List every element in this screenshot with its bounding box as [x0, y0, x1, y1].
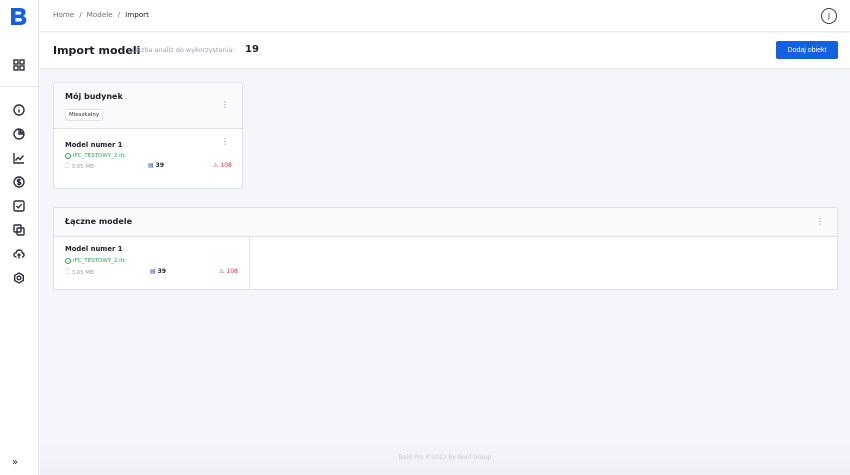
combined-menu-icon[interactable]: ⋮ [816, 218, 824, 226]
combined-model-item[interactable]: Model numer 1 ✓ IFC_TESTOWY_2.ifc 🗋 3.05… [54, 237, 250, 290]
copy-icon[interactable] [12, 223, 26, 237]
model-name: Model numer 1 [65, 245, 123, 253]
building-card-header: Mój budynek Mieszkalny ⋮ [54, 83, 242, 129]
footer-text: Bold Pro ©2022 by Bold Group [398, 454, 492, 461]
model-warnings-count: ⚠ 108 [219, 268, 238, 275]
settings-icon[interactable] [12, 271, 26, 285]
model-file: ✓ IFC_TESTOWY_2.ifc [65, 153, 126, 159]
breadcrumb: Home / Modele / Import [53, 10, 149, 19]
add-object-button[interactable]: Dodaj obiekt [776, 41, 838, 59]
sidebar: » [0, 0, 39, 475]
sidebar-divider [0, 86, 39, 87]
breadcrumb-models[interactable]: Modele [87, 10, 113, 19]
breadcrumb-separator: / [117, 10, 121, 19]
logo-icon[interactable] [10, 7, 27, 26]
model-name: Model numer 1 [65, 141, 123, 149]
breadcrumb-current: Import [125, 10, 149, 19]
checkbox-icon[interactable] [12, 199, 26, 213]
breadcrumb-separator: / [79, 10, 82, 19]
page-title: Import modeli [53, 44, 141, 57]
building-title: Mój budynek [65, 92, 123, 101]
model-warnings-value: 108 [220, 162, 232, 169]
top-bar: Home / Modele / Import J [40, 0, 850, 32]
expand-sidebar-icon[interactable]: » [12, 457, 18, 468]
footer: Bold Pro ©2022 by Bold Group [40, 440, 850, 475]
combined-models-header: Łączne modele ⋮ [54, 208, 837, 237]
model-menu-icon[interactable]: ⋮ [221, 138, 229, 146]
dashboard-icon[interactable] [12, 58, 26, 72]
user-avatar[interactable]: J [821, 8, 837, 24]
model-elements-value: 39 [157, 268, 167, 275]
building-card: Mój budynek Mieszkalny ⋮ Model numer 1 ⋮… [53, 82, 243, 189]
breadcrumb-home[interactable]: Home [53, 10, 74, 19]
usage-label: Liczba analiz do wykorzystania: [132, 46, 235, 54]
model-elements-value: 39 [155, 162, 165, 169]
model-size-value: 3.05 MB [71, 269, 94, 276]
model-elements-count: ▤ 39 [150, 268, 166, 275]
combined-models-card: Łączne modele ⋮ Model numer 1 ✓ IFC_TEST… [53, 207, 838, 290]
pie-chart-icon[interactable] [12, 127, 26, 141]
warning-icon: ⚠ [213, 162, 219, 169]
model-file-name: IFC_TESTOWY_2.ifc [73, 258, 126, 264]
model-size: 🗋 3.05 MB [65, 268, 94, 277]
model-item[interactable]: Model numer 1 ⋮ ✓ IFC_TESTOWY_2.ifc 🗋 3.… [54, 129, 242, 189]
combined-models-title: Łączne modele [65, 217, 132, 226]
building-menu-icon[interactable]: ⋮ [221, 101, 229, 109]
cloud-upload-icon[interactable] [12, 247, 26, 261]
model-elements-count: ▤ 39 [148, 162, 164, 169]
model-size-value: 3.05 MB [71, 163, 94, 170]
usage-count: 19 [245, 44, 259, 55]
model-size: 🗋 3.05 MB [65, 162, 94, 171]
model-warnings-count: ⚠ 108 [213, 162, 232, 169]
warning-icon: ⚠ [219, 268, 225, 275]
building-type-tag: Mieszkalny [65, 109, 104, 121]
page-header: Import modeli Liczba analiz do wykorzyst… [40, 33, 850, 69]
line-chart-icon[interactable] [12, 151, 26, 165]
model-warnings-value: 108 [226, 268, 238, 275]
building-icon: ▤ [150, 268, 156, 275]
info-icon[interactable] [12, 103, 26, 117]
model-file: ✓ IFC_TESTOWY_2.ifc [65, 258, 126, 264]
model-file-name: IFC_TESTOWY_2.ifc [73, 153, 126, 159]
file-icon: 🗋 [65, 163, 70, 169]
dollar-icon[interactable] [12, 175, 26, 189]
check-circle-icon: ✓ [65, 153, 71, 159]
file-icon: 🗋 [65, 269, 70, 275]
check-circle-icon: ✓ [65, 258, 71, 264]
building-icon: ▤ [148, 162, 154, 169]
